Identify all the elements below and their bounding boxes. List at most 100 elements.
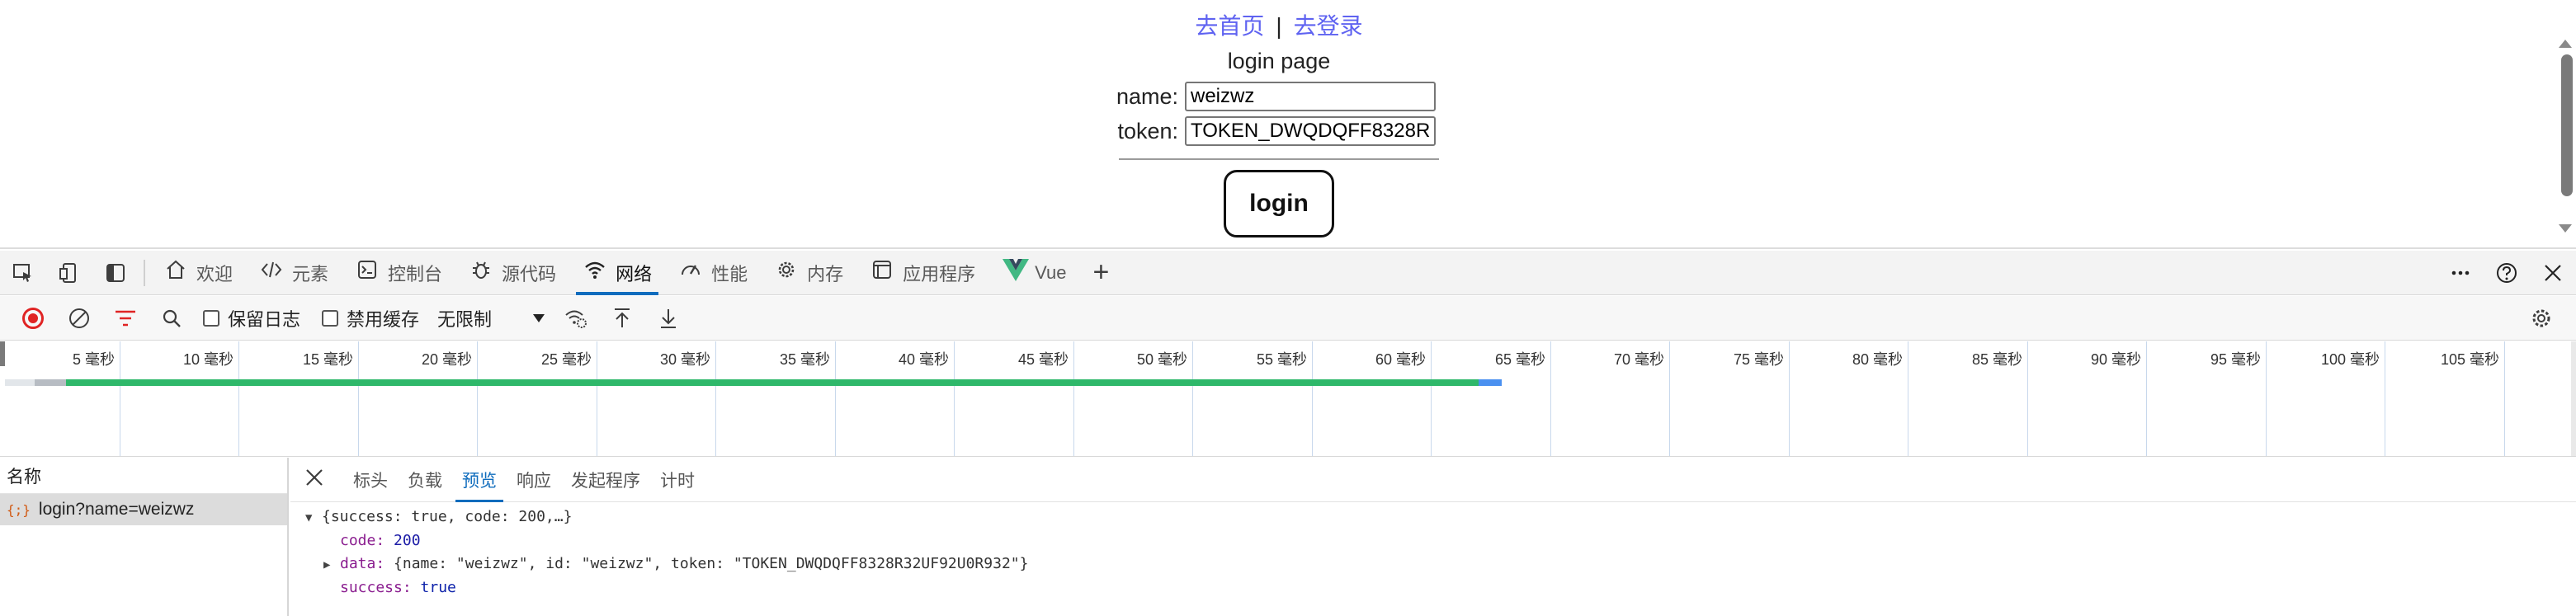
network-settings-button[interactable] [2518, 296, 2564, 341]
tab-network[interactable]: 网络 [569, 251, 665, 295]
page-viewport: 去首页 | 去登录 login page name: token: login [0, 0, 2576, 249]
tab-performance[interactable]: 性能 [665, 251, 761, 295]
login-page: 去首页 | 去登录 login page name: token: login [1114, 10, 1444, 237]
throttle-select[interactable]: 无限制 [437, 305, 545, 332]
tab-sources[interactable]: 源代码 [455, 251, 569, 295]
network-timeline[interactable]: 5 毫秒 10 毫秒 15 毫秒 20 毫秒 25 毫秒 30 毫秒 35 毫秒 40 毫秒 4… [0, 341, 2576, 457]
tab-label: Vue [1035, 261, 1067, 283]
json-property-success: success: true [305, 576, 2576, 600]
timeline-gridline [1192, 341, 1193, 456]
timeline-tick-label: 20 毫秒 [421, 351, 472, 368]
search-button[interactable] [149, 296, 195, 341]
timeline-tick-label: 30 毫秒 [659, 351, 710, 368]
code-icon [259, 259, 284, 286]
scroll-down-arrow-icon[interactable] [2559, 224, 2572, 233]
request-detail: 标头 负载 预览 响应 发起程序 计时 ▼ {success: true, cod… [290, 458, 2576, 616]
json-value: 200 [394, 532, 421, 549]
checkbox-box[interactable] [203, 309, 219, 327]
timeline-tick-label: 50 毫秒 [1136, 351, 1187, 368]
home-link[interactable]: 去首页 [1195, 13, 1264, 39]
timeline-gridline [477, 341, 478, 456]
json-root[interactable]: ▼ {success: true, code: 200,…} [305, 505, 2576, 529]
timeline-gridline [954, 341, 955, 456]
tab-preview[interactable]: 预览 [452, 458, 507, 502]
json-preview: ▼ {success: true, code: 200,…} code: 200 … [290, 502, 2576, 600]
timeline-tick-label: 90 毫秒 [2090, 351, 2141, 368]
timeline-tick-label: 35 毫秒 [779, 351, 830, 368]
tab-initiator[interactable]: 发起程序 [561, 458, 650, 502]
export-har-button[interactable] [645, 296, 691, 341]
help-icon[interactable] [2484, 251, 2530, 295]
timeline-gridline [1789, 341, 1790, 456]
window-icon [870, 259, 894, 286]
json-key: code: [340, 532, 385, 549]
inspect-element-icon[interactable] [0, 251, 46, 295]
close-icon[interactable] [2530, 251, 2576, 295]
tab-response[interactable]: 响应 [507, 458, 561, 502]
login-link[interactable]: 去登录 [1294, 13, 1363, 39]
json-property-code: code: 200 [305, 529, 2576, 553]
tab-timing[interactable]: 计时 [650, 458, 705, 502]
request-row[interactable]: {;} login?name=weizwz [0, 494, 287, 525]
request-list: 名称 {;} login?name=weizwz [0, 458, 289, 616]
wifi-icon [583, 259, 607, 286]
tab-label: 内存 [807, 263, 844, 284]
json-value: {name: "weizwz", id: "weizwz", token: "T… [394, 555, 1029, 572]
import-har-button[interactable] [599, 296, 645, 341]
network-toolbar: 保留日志 禁用缓存 无限制 [0, 296, 2576, 341]
tab-payload[interactable]: 负载 [398, 458, 452, 502]
timeline-tick-label: 25 毫秒 [540, 351, 592, 368]
upload-icon [615, 308, 630, 327]
record-button[interactable] [10, 296, 56, 341]
tab-console[interactable]: 控制台 [342, 251, 455, 295]
scrollbar-thumb[interactable] [2561, 54, 2573, 196]
timeline-tick-label: 70 毫秒 [1613, 351, 1664, 368]
disable-cache-checkbox[interactable]: 禁用缓存 [322, 305, 419, 332]
preserve-log-checkbox[interactable]: 保留日志 [203, 305, 300, 332]
timeline-tick-label: 55 毫秒 [1256, 351, 1307, 368]
search-icon [163, 309, 181, 327]
tab-elements[interactable]: 元素 [246, 251, 342, 295]
tab-headers[interactable]: 标头 [343, 458, 398, 502]
name-input[interactable] [1185, 82, 1436, 111]
preserve-log-label: 保留日志 [228, 308, 301, 330]
token-input[interactable] [1185, 116, 1436, 146]
checkbox-box[interactable] [322, 309, 339, 327]
gear-icon [774, 259, 799, 286]
json-property-data[interactable]: ▶ data: {name: "weizwz", id: "weizwz", to… [305, 553, 2576, 576]
tab-vue[interactable]: Vue [988, 251, 1079, 295]
filter-button[interactable] [102, 296, 149, 341]
name-column-header[interactable]: 名称 [0, 458, 287, 494]
dock-side-icon[interactable] [92, 251, 139, 295]
more-options-icon[interactable] [2437, 251, 2484, 295]
expanded-triangle-icon[interactable]: ▼ [305, 506, 322, 529]
collapsed-triangle-icon[interactable]: ▶ [323, 553, 340, 576]
login-button[interactable]: login [1224, 170, 1334, 237]
network-conditions-button[interactable] [553, 296, 599, 341]
vue-icon [1002, 257, 1030, 288]
detail-tabs: 标头 负载 预览 响应 发起程序 计时 [290, 458, 2576, 502]
timeline-tick-label: 75 毫秒 [1733, 351, 1784, 368]
tab-label: 应用程序 [903, 263, 976, 284]
tab-memory[interactable]: 内存 [761, 251, 856, 295]
clear-button[interactable] [56, 296, 102, 341]
timeline-gridline [1312, 341, 1313, 456]
tab-application[interactable]: 应用程序 [856, 251, 988, 295]
token-row: token: [1114, 114, 1444, 148]
device-emulation-icon[interactable] [46, 251, 92, 295]
timeline-tick-label: 80 毫秒 [1852, 351, 1903, 368]
tab-welcome[interactable]: 欢迎 [150, 251, 246, 295]
add-tab-icon[interactable]: + [1079, 256, 1122, 289]
timeline-tick-label: 65 毫秒 [1494, 351, 1545, 368]
close-icon[interactable] [302, 468, 327, 492]
console-icon [355, 259, 380, 286]
clear-icon [69, 308, 89, 328]
scroll-up-arrow-icon[interactable] [2559, 40, 2572, 48]
request-name: login?name=weizwz [38, 500, 195, 519]
tab-label: 网络 [616, 263, 653, 284]
wifi-settings-icon [565, 310, 587, 328]
timeline-gridline [1073, 341, 1074, 456]
timeline-left-handle[interactable] [0, 341, 5, 366]
timeline-right-handle[interactable] [2571, 341, 2576, 456]
tab-label: 源代码 [502, 263, 557, 284]
